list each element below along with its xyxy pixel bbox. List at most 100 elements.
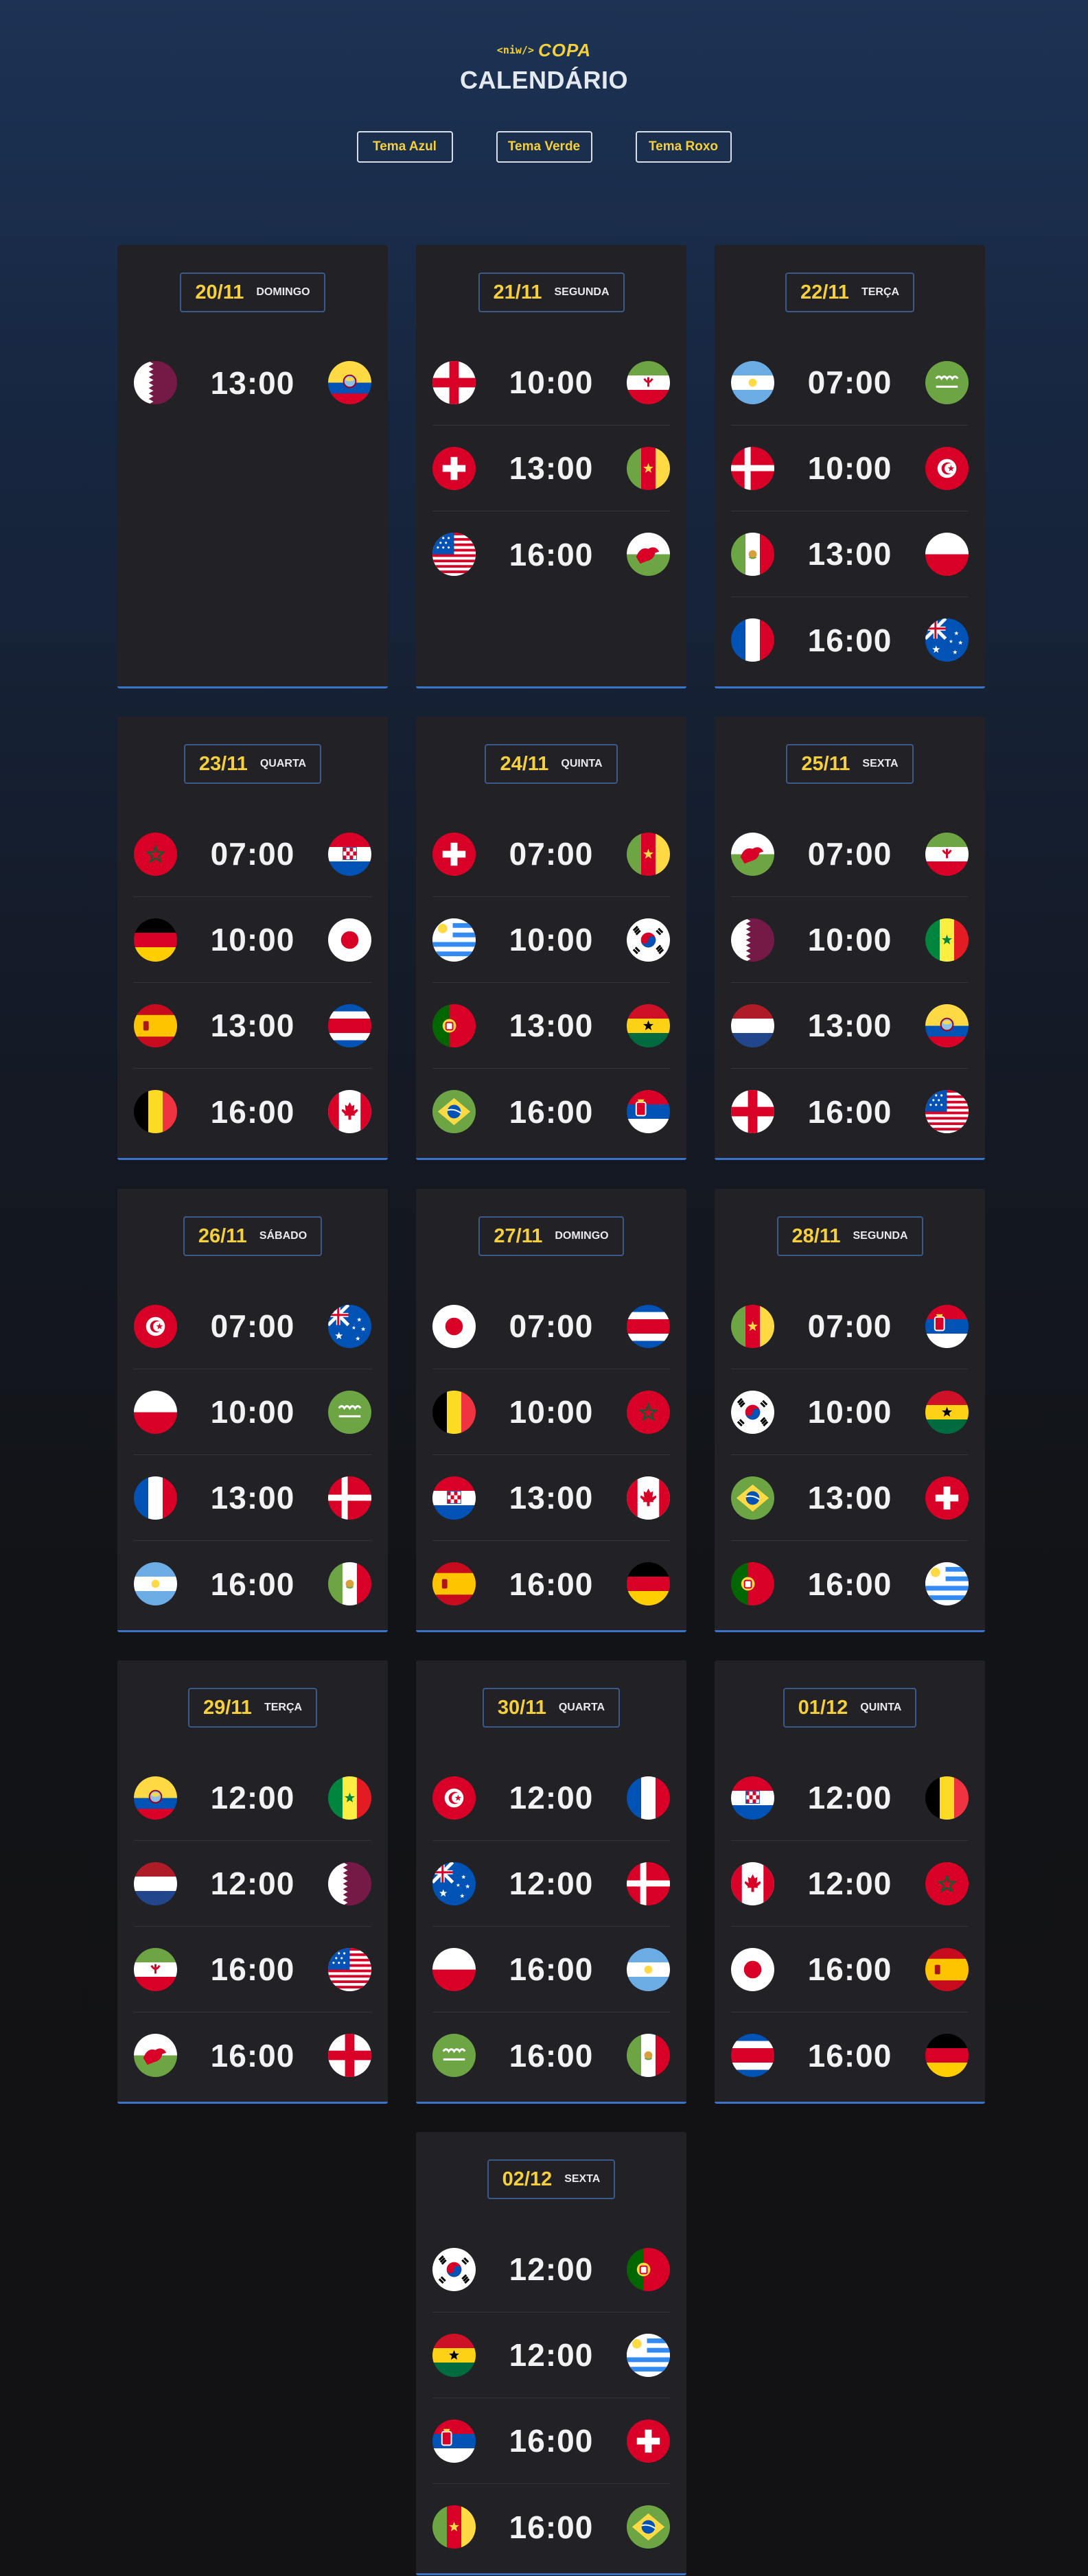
match-row: 13:00 [731, 511, 969, 597]
day-card: 29/11 TERÇA 12:00 12:00 16:00 16:00 [117, 1660, 388, 2104]
match-row: 16:00 [432, 1069, 670, 1154]
day-card: 28/11 SEGUNDA 07:00 10:00 13:00 16:00 [715, 1189, 985, 1632]
wales-flag-icon [731, 832, 774, 876]
match-time: 10:00 [210, 922, 295, 958]
weekday-label: DOMINGO [555, 1230, 609, 1242]
day-header: 26/11 SÁBADO [117, 1216, 388, 1256]
match-time: 16:00 [509, 1093, 594, 1130]
argentina-flag-icon [134, 1562, 177, 1605]
ecuador-flag-icon [925, 1003, 969, 1047]
canada-flag-icon [627, 1476, 670, 1520]
tunisia-flag-icon [432, 1776, 476, 1820]
match-list: 12:00 12:00 16:00 16:00 [416, 2227, 686, 2570]
weekday-label: SEXTA [862, 758, 899, 769]
match-list: 07:00 10:00 13:00 16:00 [117, 1284, 388, 1627]
switzerland-flag-icon [432, 446, 476, 490]
match-row: 07:00 [134, 811, 371, 897]
match-time: 07:00 [807, 364, 892, 400]
match-time: 16:00 [509, 536, 594, 572]
match-row: 16:00 [432, 1541, 670, 1627]
theme-purple-button[interactable]: Tema Roxo [635, 131, 732, 163]
match-row: 16:00 [432, 2484, 670, 2570]
match-row: 16:00 [134, 2012, 371, 2098]
date-badge: 22/11 TERÇA [785, 272, 915, 312]
day-header: 22/11 TERÇA [715, 272, 985, 312]
match-row: 07:00 [134, 1284, 371, 1369]
belgium-flag-icon [432, 1390, 476, 1434]
day-card: 21/11 SEGUNDA 10:00 13:00 16:00 [416, 245, 686, 688]
day-header: 02/12 SEXTA [416, 2159, 686, 2199]
france-flag-icon [731, 618, 774, 662]
match-time: 16:00 [509, 1951, 594, 1987]
weekday-label: SEGUNDA [853, 1230, 908, 1242]
germany-flag-icon [925, 2034, 969, 2077]
day-header: 29/11 TERÇA [117, 1688, 388, 1728]
match-list: 07:00 10:00 13:00 16:00 [416, 811, 686, 1154]
cameroon-flag-icon [731, 1304, 774, 1348]
match-list: 12:00 12:00 16:00 16:00 [715, 1755, 985, 2098]
match-time: 13:00 [210, 1008, 295, 1043]
poland-flag-icon [925, 532, 969, 576]
denmark-flag-icon [627, 1861, 670, 1905]
match-list: 10:00 13:00 16:00 [416, 340, 686, 597]
day-card: 27/11 DOMINGO 07:00 10:00 13:00 16:00 [416, 1189, 686, 1632]
ecuador-flag-icon [134, 1776, 177, 1820]
match-time: 12:00 [807, 1866, 892, 1901]
match-time: 07:00 [807, 836, 892, 872]
spain-flag-icon [925, 1947, 969, 1991]
logo-word: COPA [537, 39, 592, 60]
match-list: 07:00 10:00 13:00 16:00 [715, 1284, 985, 1627]
ecuador-flag-icon [328, 361, 371, 404]
date-badge: 30/11 QUARTA [482, 1688, 621, 1728]
match-time: 13:00 [807, 1008, 892, 1043]
match-time: 16:00 [807, 622, 892, 658]
match-row: 16:00 [432, 1927, 670, 2012]
match-time: 16:00 [210, 1951, 295, 1987]
theme-blue-button[interactable]: Tema Azul [356, 131, 453, 163]
match-time: 10:00 [509, 364, 594, 400]
mexico-flag-icon [731, 532, 774, 576]
date-badge: 24/11 QUINTA [485, 744, 618, 784]
match-row: 16:00 [432, 2012, 670, 2098]
match-row: 13:00 [134, 983, 371, 1069]
match-time: 16:00 [807, 1951, 892, 1987]
match-list: 12:00 12:00 16:00 16:00 [416, 1755, 686, 2098]
date-badge: 27/11 DOMINGO [478, 1216, 624, 1256]
canada-flag-icon [328, 1090, 371, 1133]
match-row: 10:00 [432, 897, 670, 983]
match-time: 07:00 [210, 836, 295, 872]
korea-flag-icon [432, 2247, 476, 2291]
england-flag-icon [328, 2034, 371, 2077]
croatia-flag-icon [731, 1776, 774, 1820]
weekday-label: DOMINGO [256, 286, 310, 298]
match-date: 24/11 [500, 752, 549, 775]
germany-flag-icon [134, 918, 177, 962]
tunisia-flag-icon [925, 446, 969, 490]
match-time: 16:00 [807, 2037, 892, 2074]
match-row: 16:00 [731, 2012, 969, 2098]
match-date: 25/11 [801, 752, 850, 775]
wales-flag-icon [134, 2034, 177, 2077]
spain-flag-icon [432, 1562, 476, 1605]
match-time: 13:00 [509, 1008, 594, 1043]
match-row: 13:00 [432, 1455, 670, 1541]
match-list: 07:00 10:00 13:00 16:00 [117, 811, 388, 1154]
poland-flag-icon [134, 1390, 177, 1434]
england-flag-icon [432, 360, 476, 404]
match-time: 13:00 [807, 536, 892, 572]
day-card: 02/12 SEXTA 12:00 12:00 16:00 16:00 [416, 2132, 686, 2575]
germany-flag-icon [627, 1562, 670, 1605]
denmark-flag-icon [328, 1476, 371, 1520]
iran-flag-icon [134, 1947, 177, 1991]
match-time: 16:00 [210, 1566, 295, 1602]
day-header: 24/11 QUINTA [416, 744, 686, 784]
match-row: 12:00 [432, 2227, 670, 2312]
match-time: 12:00 [210, 1780, 295, 1815]
theme-green-button[interactable]: Tema Verde [496, 131, 592, 163]
theme-switcher: Tema Azul Tema Verde Tema Roxo [0, 131, 1088, 163]
match-time: 07:00 [509, 1308, 594, 1344]
england-flag-icon [731, 1090, 774, 1133]
match-row: 16:00 [134, 1927, 371, 2012]
match-row: 07:00 [731, 811, 969, 897]
match-date: 30/11 [497, 1696, 546, 1719]
